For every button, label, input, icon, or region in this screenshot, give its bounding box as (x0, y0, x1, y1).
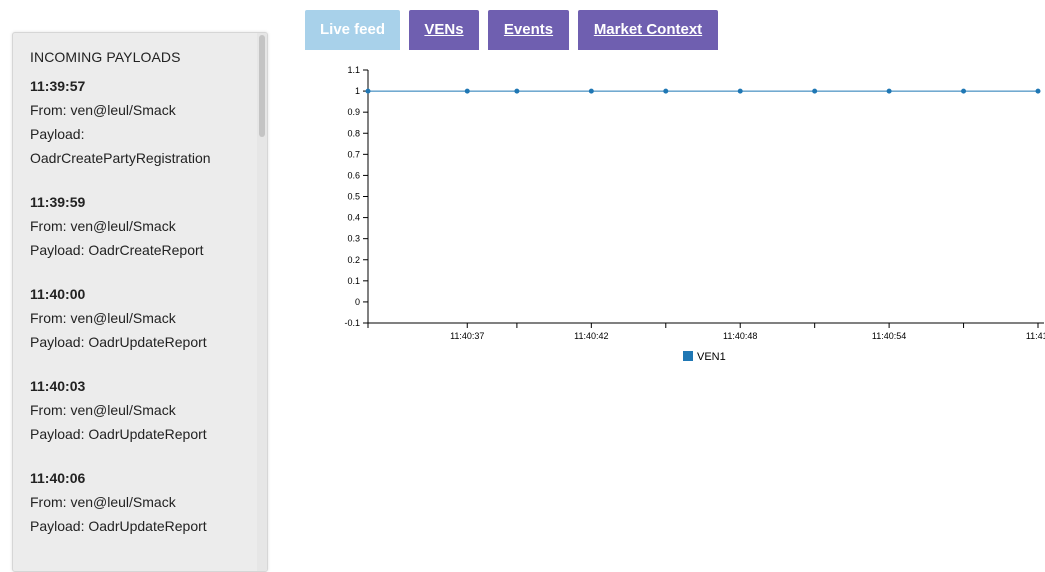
scrollbar-thumb[interactable] (259, 35, 265, 137)
entry-time: 11:40:00 (30, 286, 86, 302)
chart-legend: VEN1 (683, 351, 726, 363)
panel-heading: INCOMING PAYLOADS (30, 49, 181, 65)
x-tick-label: 11:40:54 (872, 331, 906, 341)
payload-entry: 11:40:03 From: ven@leul/Smack Payload: O… (30, 374, 257, 446)
entry-from: From: ven@leul/Smack (30, 102, 176, 118)
x-tick-label: 11:40:42 (574, 331, 608, 341)
data-point (514, 88, 520, 94)
entry-time: 11:40:06 (30, 470, 86, 486)
entry-from: From: ven@leul/Smack (30, 218, 176, 234)
plot-area (365, 88, 1041, 94)
y-tick-label: 0 (355, 297, 360, 307)
x-tick-label: 11:41: (1026, 331, 1045, 341)
data-point (737, 88, 743, 94)
entry-time: 11:40:03 (30, 378, 86, 394)
entry-time: 11:39:57 (30, 78, 86, 94)
payload-list: INCOMING PAYLOADS 11:39:57 From: ven@leu… (13, 33, 257, 571)
entry-time: 11:39:59 (30, 194, 86, 210)
y-axis: 1.1 1 0.9 0.8 0.7 0.6 0.5 0.4 0.3 0.2 0.1 0 -0.1 (344, 65, 369, 328)
x-axis: 11:40:37 11:40:42 11:40:48 11:40:54 11:41: (367, 322, 1045, 341)
payload-entry: 11:40:06 From: ven@leul/Smack Payload: O… (30, 466, 257, 538)
y-tick-label: 0.7 (347, 149, 360, 159)
y-tick-label: 0.9 (347, 107, 360, 117)
payload-entry: 11:40:00 From: ven@leul/Smack Payload: O… (30, 282, 257, 354)
panel-scrollbar[interactable] (257, 33, 267, 571)
tab-events[interactable]: Events (488, 10, 569, 50)
data-point (812, 88, 818, 94)
entry-from: From: ven@leul/Smack (30, 494, 176, 510)
y-tick-label: 0.1 (347, 276, 360, 286)
entry-payload-label: Payload: (30, 126, 85, 142)
data-point (464, 88, 470, 94)
entry-from: From: ven@leul/Smack (30, 402, 176, 418)
y-tick-label: 0.5 (347, 192, 360, 202)
y-tick-label: 1.1 (347, 65, 360, 75)
incoming-payloads-panel: INCOMING PAYLOADS 11:39:57 From: ven@leu… (12, 32, 268, 572)
legend-swatch-ven1 (683, 351, 693, 361)
data-point (961, 88, 967, 94)
data-point (663, 88, 669, 94)
data-point (1035, 88, 1041, 94)
y-tick-label: 0.8 (347, 128, 360, 138)
y-tick-label: 0.2 (347, 255, 360, 265)
legend-label-ven1: VEN1 (697, 351, 726, 363)
live-feed-chart: 1.1 1 0.9 0.8 0.7 0.6 0.5 0.4 0.3 0.2 0.1 0 -0.1 11:… (344, 65, 1045, 363)
payload-entry: 11:39:59 From: ven@leul/Smack Payload: O… (30, 190, 257, 262)
x-tick-label: 11:40:37 (450, 331, 484, 341)
data-point (588, 88, 594, 94)
data-point (365, 88, 371, 94)
entry-payload: Payload: OadrUpdateReport (30, 426, 207, 442)
y-tick-label: 0.4 (347, 213, 360, 223)
payload-entry: 11:39:57 From: ven@leul/Smack Payload: O… (30, 74, 257, 170)
data-point (886, 88, 892, 94)
entry-payload: Payload: OadrCreateReport (30, 242, 204, 258)
tab-live-feed[interactable]: Live feed (305, 10, 400, 50)
x-tick-label: 11:40:48 (723, 331, 757, 341)
y-tick-label: 1 (355, 86, 360, 96)
y-tick-label: -0.1 (344, 318, 360, 328)
entry-payload-value: OadrCreatePartyRegistration (30, 150, 211, 166)
entry-from: From: ven@leul/Smack (30, 310, 176, 326)
tab-vens[interactable]: VENs (409, 10, 479, 50)
y-tick-label: 0.6 (347, 170, 360, 180)
entry-payload: Payload: OadrUpdateReport (30, 334, 207, 350)
y-tick-label: 0.3 (347, 234, 360, 244)
tab-market-context[interactable]: Market Context (578, 10, 718, 50)
entry-payload: Payload: OadrUpdateReport (30, 518, 207, 534)
tab-bar: Live feed VENs Events Market Context (305, 10, 727, 50)
